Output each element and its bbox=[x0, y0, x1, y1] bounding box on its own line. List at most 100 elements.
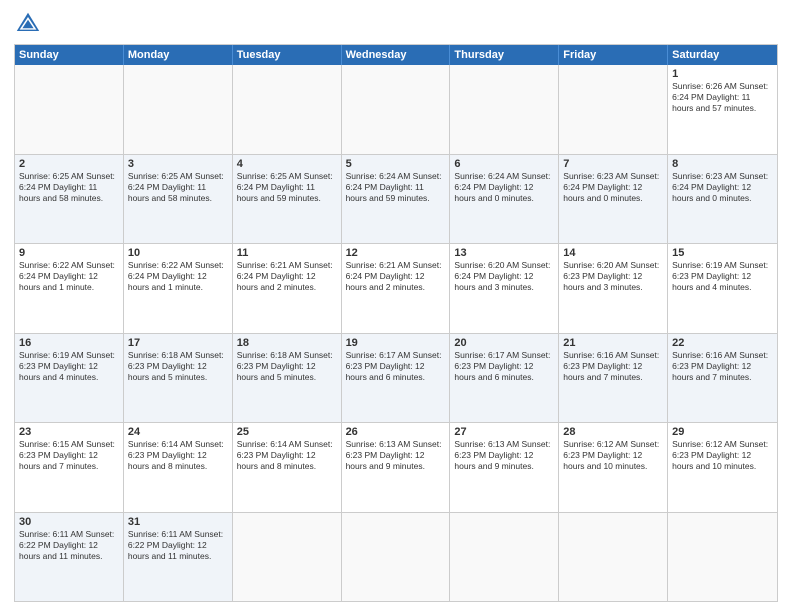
day-header-thursday: Thursday bbox=[450, 45, 559, 65]
day-number: 9 bbox=[19, 247, 119, 259]
week-3: 9Sunrise: 6:22 AM Sunset: 6:24 PM Daylig… bbox=[15, 243, 777, 333]
day-info: Sunrise: 6:21 AM Sunset: 6:24 PM Dayligh… bbox=[346, 260, 446, 293]
day-info: Sunrise: 6:22 AM Sunset: 6:24 PM Dayligh… bbox=[128, 260, 228, 293]
week-4: 16Sunrise: 6:19 AM Sunset: 6:23 PM Dayli… bbox=[15, 333, 777, 423]
day-cell-19: 19Sunrise: 6:17 AM Sunset: 6:23 PM Dayli… bbox=[342, 334, 451, 423]
day-info: Sunrise: 6:24 AM Sunset: 6:24 PM Dayligh… bbox=[346, 171, 446, 204]
day-info: Sunrise: 6:17 AM Sunset: 6:23 PM Dayligh… bbox=[454, 350, 554, 383]
day-info: Sunrise: 6:14 AM Sunset: 6:23 PM Dayligh… bbox=[128, 439, 228, 472]
calendar-page: SundayMondayTuesdayWednesdayThursdayFrid… bbox=[0, 0, 792, 612]
day-cell-20: 20Sunrise: 6:17 AM Sunset: 6:23 PM Dayli… bbox=[450, 334, 559, 423]
day-number: 11 bbox=[237, 247, 337, 259]
day-info: Sunrise: 6:19 AM Sunset: 6:23 PM Dayligh… bbox=[672, 260, 773, 293]
day-cell-14: 14Sunrise: 6:20 AM Sunset: 6:23 PM Dayli… bbox=[559, 244, 668, 333]
day-header-saturday: Saturday bbox=[668, 45, 777, 65]
day-cell-7: 7Sunrise: 6:23 AM Sunset: 6:24 PM Daylig… bbox=[559, 155, 668, 244]
day-info: Sunrise: 6:25 AM Sunset: 6:24 PM Dayligh… bbox=[128, 171, 228, 204]
day-info: Sunrise: 6:18 AM Sunset: 6:23 PM Dayligh… bbox=[128, 350, 228, 383]
day-headers: SundayMondayTuesdayWednesdayThursdayFrid… bbox=[15, 45, 777, 65]
logo bbox=[14, 10, 46, 38]
day-cell-empty bbox=[233, 513, 342, 602]
day-info: Sunrise: 6:25 AM Sunset: 6:24 PM Dayligh… bbox=[19, 171, 119, 204]
day-cell-23: 23Sunrise: 6:15 AM Sunset: 6:23 PM Dayli… bbox=[15, 423, 124, 512]
day-info: Sunrise: 6:20 AM Sunset: 6:23 PM Dayligh… bbox=[563, 260, 663, 293]
day-number: 12 bbox=[346, 247, 446, 259]
day-number: 6 bbox=[454, 158, 554, 170]
day-info: Sunrise: 6:16 AM Sunset: 6:23 PM Dayligh… bbox=[672, 350, 773, 383]
day-info: Sunrise: 6:11 AM Sunset: 6:22 PM Dayligh… bbox=[19, 529, 119, 562]
day-header-monday: Monday bbox=[124, 45, 233, 65]
day-number: 3 bbox=[128, 158, 228, 170]
day-number: 30 bbox=[19, 516, 119, 528]
day-cell-empty bbox=[668, 513, 777, 602]
day-number: 25 bbox=[237, 426, 337, 438]
header bbox=[0, 0, 792, 44]
day-number: 24 bbox=[128, 426, 228, 438]
day-cell-22: 22Sunrise: 6:16 AM Sunset: 6:23 PM Dayli… bbox=[668, 334, 777, 423]
day-info: Sunrise: 6:16 AM Sunset: 6:23 PM Dayligh… bbox=[563, 350, 663, 383]
day-cell-11: 11Sunrise: 6:21 AM Sunset: 6:24 PM Dayli… bbox=[233, 244, 342, 333]
week-5: 23Sunrise: 6:15 AM Sunset: 6:23 PM Dayli… bbox=[15, 422, 777, 512]
day-cell-2: 2Sunrise: 6:25 AM Sunset: 6:24 PM Daylig… bbox=[15, 155, 124, 244]
day-number: 10 bbox=[128, 247, 228, 259]
day-header-sunday: Sunday bbox=[15, 45, 124, 65]
day-cell-15: 15Sunrise: 6:19 AM Sunset: 6:23 PM Dayli… bbox=[668, 244, 777, 333]
day-cell-30: 30Sunrise: 6:11 AM Sunset: 6:22 PM Dayli… bbox=[15, 513, 124, 602]
day-number: 19 bbox=[346, 337, 446, 349]
day-cell-4: 4Sunrise: 6:25 AM Sunset: 6:24 PM Daylig… bbox=[233, 155, 342, 244]
day-cell-28: 28Sunrise: 6:12 AM Sunset: 6:23 PM Dayli… bbox=[559, 423, 668, 512]
logo-icon bbox=[14, 10, 42, 38]
day-cell-8: 8Sunrise: 6:23 AM Sunset: 6:24 PM Daylig… bbox=[668, 155, 777, 244]
day-cell-6: 6Sunrise: 6:24 AM Sunset: 6:24 PM Daylig… bbox=[450, 155, 559, 244]
day-info: Sunrise: 6:12 AM Sunset: 6:23 PM Dayligh… bbox=[563, 439, 663, 472]
day-info: Sunrise: 6:13 AM Sunset: 6:23 PM Dayligh… bbox=[346, 439, 446, 472]
day-cell-21: 21Sunrise: 6:16 AM Sunset: 6:23 PM Dayli… bbox=[559, 334, 668, 423]
weeks: 1Sunrise: 6:26 AM Sunset: 6:24 PM Daylig… bbox=[15, 65, 777, 601]
day-number: 18 bbox=[237, 337, 337, 349]
day-info: Sunrise: 6:25 AM Sunset: 6:24 PM Dayligh… bbox=[237, 171, 337, 204]
day-header-friday: Friday bbox=[559, 45, 668, 65]
day-number: 2 bbox=[19, 158, 119, 170]
day-number: 23 bbox=[19, 426, 119, 438]
day-info: Sunrise: 6:23 AM Sunset: 6:24 PM Dayligh… bbox=[563, 171, 663, 204]
day-cell-empty bbox=[124, 65, 233, 154]
day-cell-5: 5Sunrise: 6:24 AM Sunset: 6:24 PM Daylig… bbox=[342, 155, 451, 244]
day-number: 1 bbox=[672, 68, 773, 80]
day-cell-13: 13Sunrise: 6:20 AM Sunset: 6:24 PM Dayli… bbox=[450, 244, 559, 333]
day-cell-25: 25Sunrise: 6:14 AM Sunset: 6:23 PM Dayli… bbox=[233, 423, 342, 512]
day-cell-empty bbox=[342, 513, 451, 602]
day-number: 13 bbox=[454, 247, 554, 259]
day-cell-empty bbox=[559, 513, 668, 602]
day-cell-empty bbox=[559, 65, 668, 154]
day-cell-24: 24Sunrise: 6:14 AM Sunset: 6:23 PM Dayli… bbox=[124, 423, 233, 512]
day-header-wednesday: Wednesday bbox=[342, 45, 451, 65]
day-info: Sunrise: 6:20 AM Sunset: 6:24 PM Dayligh… bbox=[454, 260, 554, 293]
day-number: 31 bbox=[128, 516, 228, 528]
day-info: Sunrise: 6:14 AM Sunset: 6:23 PM Dayligh… bbox=[237, 439, 337, 472]
day-cell-10: 10Sunrise: 6:22 AM Sunset: 6:24 PM Dayli… bbox=[124, 244, 233, 333]
week-6: 30Sunrise: 6:11 AM Sunset: 6:22 PM Dayli… bbox=[15, 512, 777, 602]
day-header-tuesday: Tuesday bbox=[233, 45, 342, 65]
week-2: 2Sunrise: 6:25 AM Sunset: 6:24 PM Daylig… bbox=[15, 154, 777, 244]
day-info: Sunrise: 6:22 AM Sunset: 6:24 PM Dayligh… bbox=[19, 260, 119, 293]
day-cell-empty bbox=[450, 513, 559, 602]
day-info: Sunrise: 6:26 AM Sunset: 6:24 PM Dayligh… bbox=[672, 81, 773, 114]
day-number: 5 bbox=[346, 158, 446, 170]
day-number: 28 bbox=[563, 426, 663, 438]
day-number: 20 bbox=[454, 337, 554, 349]
day-number: 8 bbox=[672, 158, 773, 170]
day-number: 16 bbox=[19, 337, 119, 349]
day-cell-29: 29Sunrise: 6:12 AM Sunset: 6:23 PM Dayli… bbox=[668, 423, 777, 512]
day-info: Sunrise: 6:17 AM Sunset: 6:23 PM Dayligh… bbox=[346, 350, 446, 383]
day-cell-3: 3Sunrise: 6:25 AM Sunset: 6:24 PM Daylig… bbox=[124, 155, 233, 244]
day-cell-empty bbox=[233, 65, 342, 154]
day-cell-31: 31Sunrise: 6:11 AM Sunset: 6:22 PM Dayli… bbox=[124, 513, 233, 602]
day-info: Sunrise: 6:18 AM Sunset: 6:23 PM Dayligh… bbox=[237, 350, 337, 383]
week-1: 1Sunrise: 6:26 AM Sunset: 6:24 PM Daylig… bbox=[15, 65, 777, 154]
day-number: 14 bbox=[563, 247, 663, 259]
day-cell-27: 27Sunrise: 6:13 AM Sunset: 6:23 PM Dayli… bbox=[450, 423, 559, 512]
day-number: 7 bbox=[563, 158, 663, 170]
day-cell-18: 18Sunrise: 6:18 AM Sunset: 6:23 PM Dayli… bbox=[233, 334, 342, 423]
day-info: Sunrise: 6:11 AM Sunset: 6:22 PM Dayligh… bbox=[128, 529, 228, 562]
day-number: 27 bbox=[454, 426, 554, 438]
